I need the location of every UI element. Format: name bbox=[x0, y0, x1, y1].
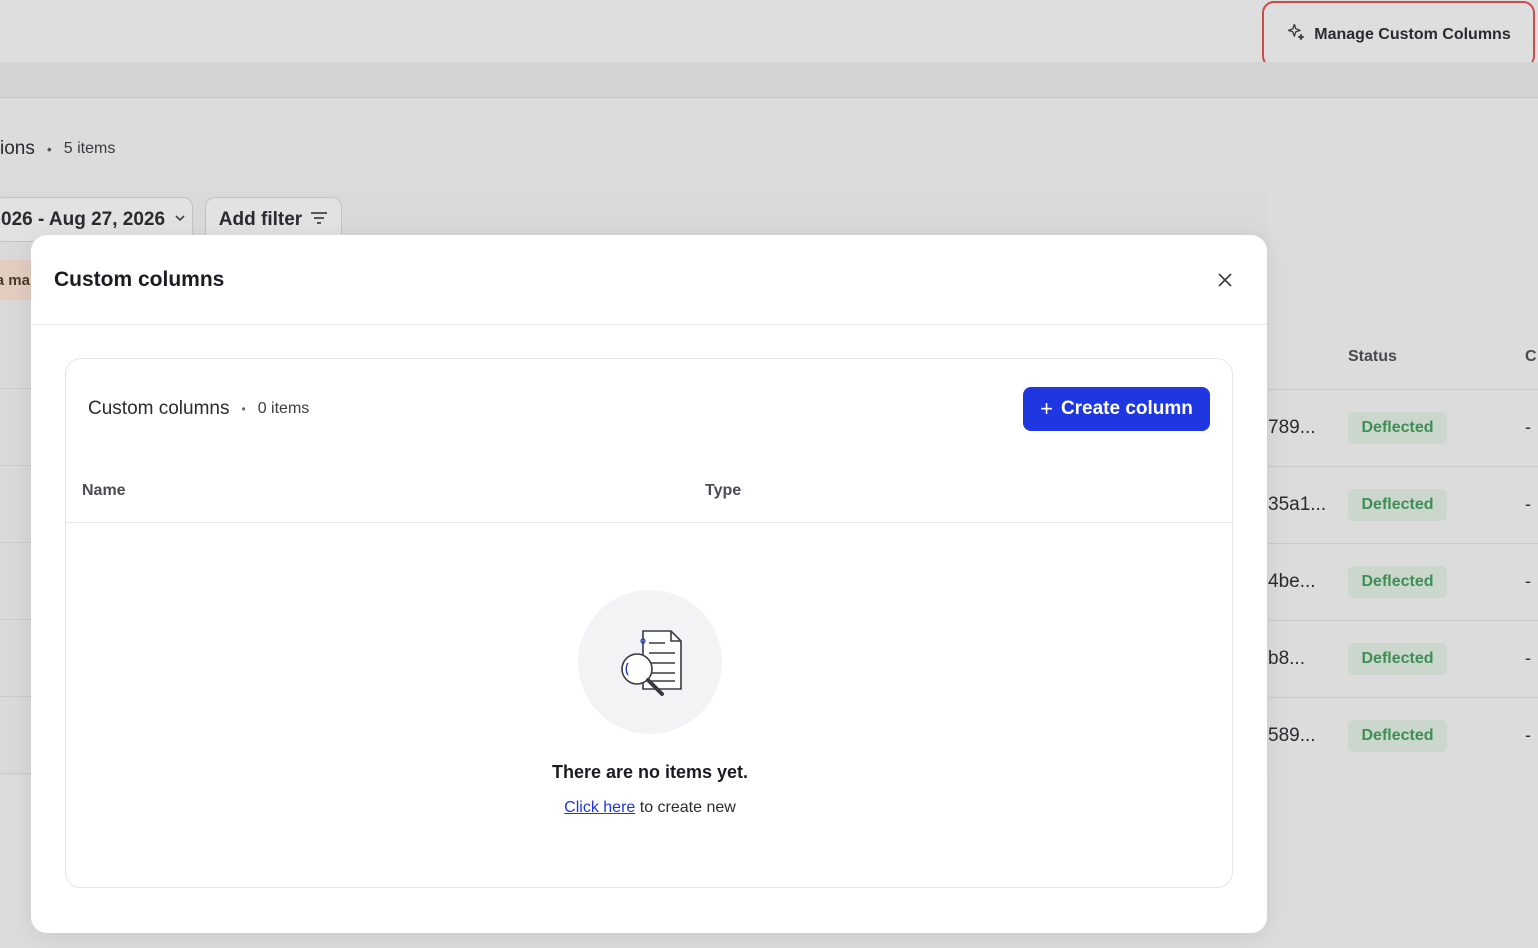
status-badge: Deflected bbox=[1348, 412, 1447, 444]
row-extra: - bbox=[1525, 725, 1531, 745]
row-id: 589... bbox=[1268, 725, 1316, 746]
name-column-header: Name bbox=[82, 482, 126, 499]
type-column-header: Type bbox=[705, 482, 742, 499]
empty-state: There are no items yet. Click here to cr… bbox=[66, 524, 1234, 817]
row-id: 789... bbox=[1268, 417, 1316, 438]
row-id: 35a1... bbox=[1268, 494, 1327, 515]
modal-header: Custom columns bbox=[31, 235, 1267, 325]
filter-icon bbox=[310, 209, 328, 231]
row-extra: - bbox=[1525, 417, 1531, 437]
date-range-label: 026 - Aug 27, 2026 bbox=[1, 208, 166, 230]
click-here-link[interactable]: Click here bbox=[564, 799, 635, 816]
item-count: 0 items bbox=[257, 400, 310, 417]
card-title: Custom columns bbox=[88, 398, 230, 419]
close-icon[interactable] bbox=[1213, 268, 1237, 292]
separator-dot: • bbox=[46, 141, 52, 157]
create-column-label: Create column bbox=[1060, 398, 1193, 419]
table-header: Name Type bbox=[66, 459, 1232, 523]
add-filter-label: Add filter bbox=[218, 208, 303, 230]
empty-state-title: There are no items yet. bbox=[551, 762, 749, 782]
custom-columns-card: Custom columns • 0 items + Create column… bbox=[65, 358, 1233, 888]
row-extra: - bbox=[1525, 494, 1531, 514]
row-extra: - bbox=[1525, 571, 1531, 591]
sub-bar bbox=[0, 62, 1538, 98]
left-row-dividers bbox=[0, 312, 32, 776]
table-row[interactable]: 589... Deflected - bbox=[1268, 697, 1538, 774]
table-row[interactable]: 4be... Deflected - bbox=[1268, 543, 1538, 620]
chevron-down-icon bbox=[173, 209, 187, 231]
custom-columns-modal: Custom columns Custom columns • 0 items … bbox=[31, 235, 1267, 933]
create-column-button[interactable]: + Create column bbox=[1023, 387, 1210, 431]
card-header: Custom columns • 0 items + Create column bbox=[66, 359, 1232, 459]
row-id: b8... bbox=[1268, 648, 1305, 669]
separator-dot: • bbox=[241, 402, 246, 416]
row-extra: - bbox=[1525, 648, 1531, 668]
sparkle-icon bbox=[1286, 22, 1306, 47]
modal-title: Custom columns bbox=[54, 267, 225, 291]
status-badge: Deflected bbox=[1348, 720, 1447, 752]
tag-chip[interactable]: a ma bbox=[0, 260, 34, 300]
background-table: Status C 789... Deflected - 35a1... Defl… bbox=[1268, 312, 1538, 776]
card-title-row: Custom columns • 0 items bbox=[88, 398, 309, 420]
plus-icon: + bbox=[1040, 396, 1053, 421]
page-title-row: ions • 5 items bbox=[0, 137, 115, 161]
manage-custom-columns-label: Manage Custom Columns bbox=[1314, 25, 1511, 43]
status-badge: Deflected bbox=[1348, 566, 1447, 598]
next-column-header: C bbox=[1525, 348, 1537, 365]
status-badge: Deflected bbox=[1348, 643, 1447, 675]
row-id: 4be... bbox=[1268, 571, 1316, 592]
table-row[interactable]: 789... Deflected - bbox=[1268, 389, 1538, 466]
empty-state-suffix: to create new bbox=[635, 799, 736, 816]
page-title: ions bbox=[0, 138, 35, 159]
status-badge: Deflected bbox=[1348, 489, 1447, 521]
status-column-header: Status bbox=[1348, 348, 1397, 365]
table-row[interactable]: b8... Deflected - bbox=[1268, 620, 1538, 697]
document-search-icon bbox=[578, 590, 722, 734]
item-count: 5 items bbox=[63, 140, 116, 157]
manage-custom-columns-button[interactable]: Manage Custom Columns bbox=[1262, 1, 1535, 68]
tag-chip-label: a ma bbox=[0, 271, 30, 289]
empty-state-subtext: Click here to create new bbox=[564, 799, 736, 817]
table-row[interactable]: 35a1... Deflected - bbox=[1268, 466, 1538, 543]
